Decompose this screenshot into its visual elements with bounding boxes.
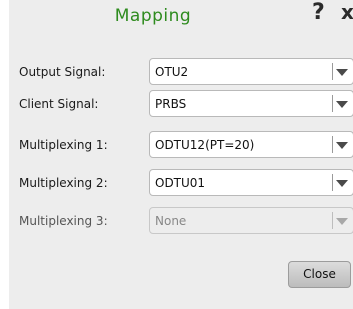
dialog-title: Mapping <box>114 6 192 26</box>
chevron-down-icon[interactable] <box>336 142 348 149</box>
client-signal-select[interactable]: PRBS <box>149 90 353 117</box>
output-signal-select[interactable]: OTU2 <box>149 58 353 85</box>
close-button[interactable]: Close <box>288 261 351 288</box>
select-divider <box>332 136 333 153</box>
select-divider <box>332 95 333 112</box>
multiplexing-3-value: None <box>155 214 187 228</box>
chevron-down-icon[interactable] <box>336 69 348 76</box>
multiplexing-2-value: ODTU01 <box>155 176 206 190</box>
select-divider <box>332 212 333 229</box>
help-icon[interactable]: ? <box>312 0 325 25</box>
output-signal-value: OTU2 <box>155 65 189 79</box>
multiplexing-2-label: Multiplexing 2: <box>19 176 108 190</box>
multiplexing-1-label: Multiplexing 1: <box>19 138 108 152</box>
chevron-down-icon[interactable] <box>336 101 348 108</box>
multiplexing-1-select[interactable]: ODTU12(PT=20) <box>149 131 353 158</box>
close-icon[interactable]: x <box>341 0 353 24</box>
client-signal-value: PRBS <box>155 97 187 111</box>
multiplexing-3-select: None <box>149 207 353 234</box>
client-signal-label: Client Signal: <box>19 97 99 111</box>
chevron-down-icon[interactable] <box>336 180 348 187</box>
mapping-dialog: Mapping ? x Output Signal: OTU2 Client S… <box>9 0 353 309</box>
select-divider <box>332 63 333 80</box>
chevron-down-icon <box>336 218 348 225</box>
output-signal-label: Output Signal: <box>19 65 106 79</box>
multiplexing-2-select[interactable]: ODTU01 <box>149 169 353 196</box>
select-divider <box>332 174 333 191</box>
multiplexing-1-value: ODTU12(PT=20) <box>155 138 255 152</box>
multiplexing-3-label: Multiplexing 3: <box>19 214 108 228</box>
